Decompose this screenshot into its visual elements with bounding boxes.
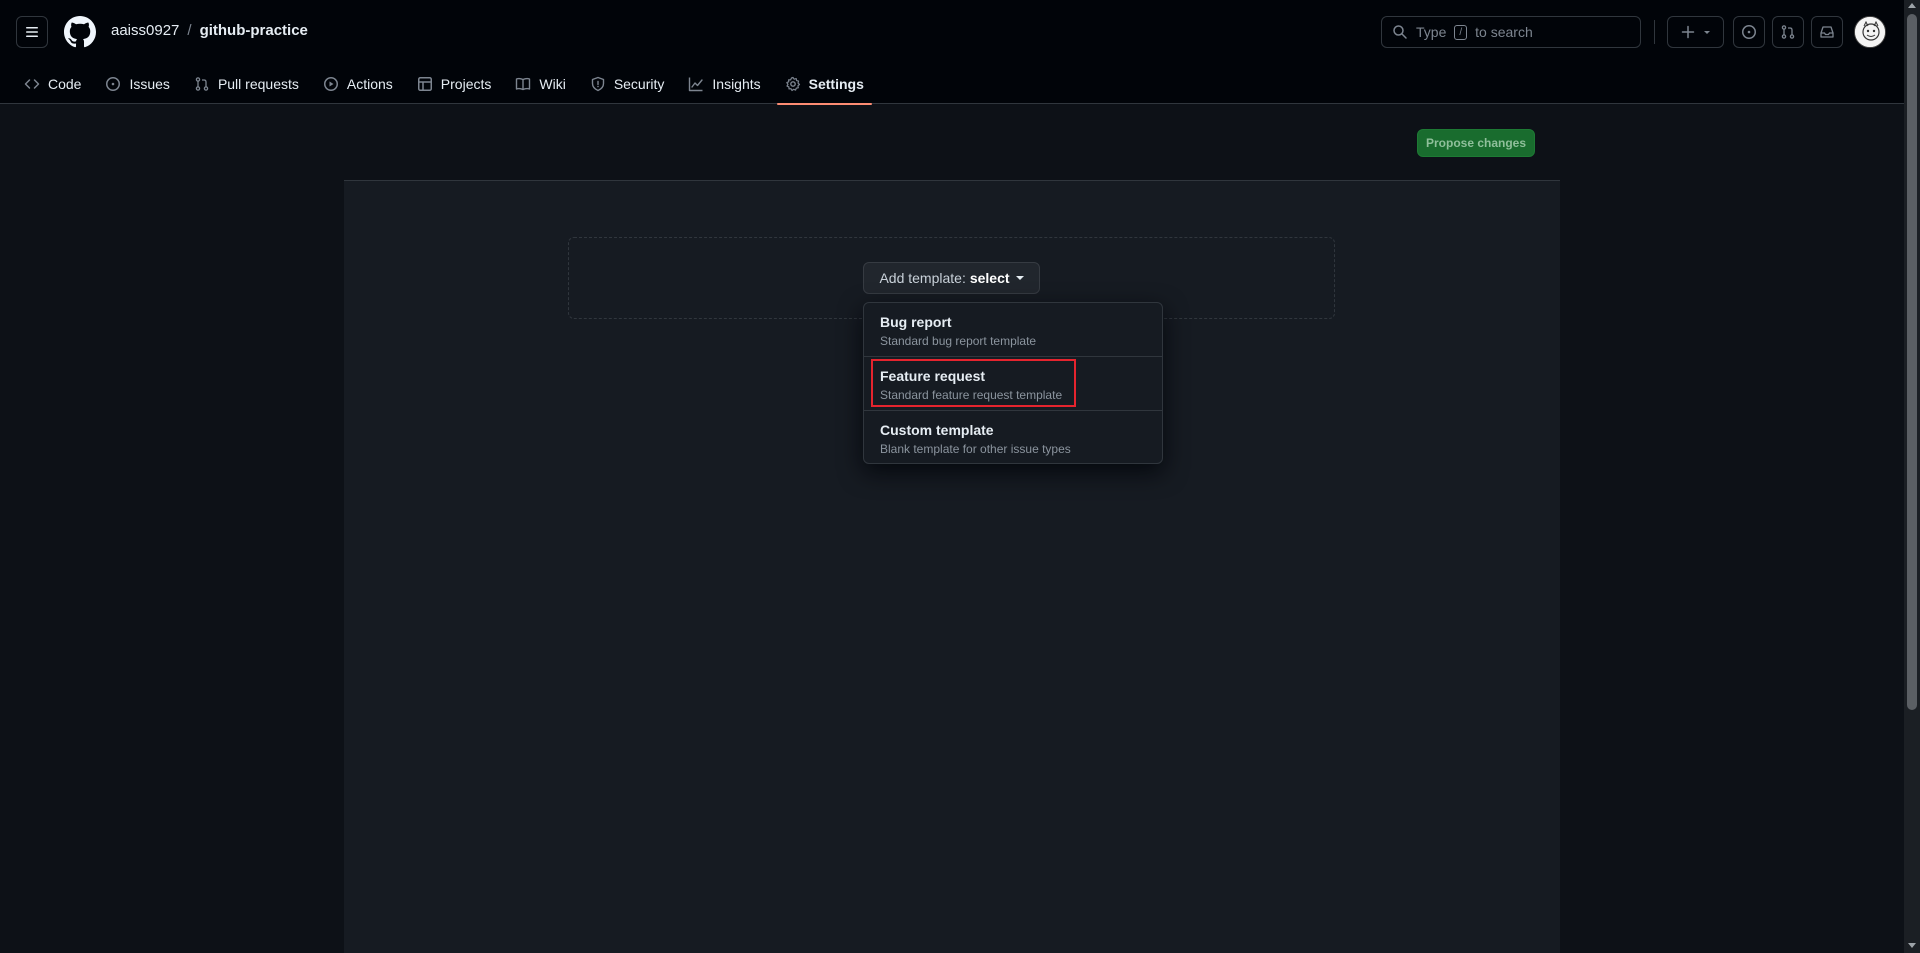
breadcrumb: aaiss0927 / github-practice <box>111 22 308 39</box>
header-top-row: aaiss0927 / github-practice Type / to se… <box>0 0 1904 64</box>
repo-owner-link[interactable]: aaiss0927 <box>111 22 179 39</box>
tab-actions-label: Actions <box>346 76 393 92</box>
triangle-down-icon <box>1703 31 1710 34</box>
issue-opened-icon <box>106 77 121 91</box>
add-template-label: Add template: <box>879 270 966 286</box>
app-header: aaiss0927 / github-practice Type / to se… <box>0 0 1904 105</box>
scroll-down-arrow-icon[interactable] <box>1908 943 1916 948</box>
menu-item-feature-request[interactable]: Feature request Standard feature request… <box>864 357 1162 411</box>
search-shortcut-key: / <box>1454 24 1468 40</box>
pull-requests-button[interactable] <box>1772 16 1804 48</box>
search-placeholder-prefix: Type <box>1416 24 1447 40</box>
avatar[interactable] <box>1854 16 1886 48</box>
tab-code[interactable]: Code <box>16 64 89 104</box>
tab-wiki-label: Wiki <box>539 76 566 92</box>
tab-projects[interactable]: Projects <box>409 64 500 104</box>
caret-down-icon <box>1015 276 1024 280</box>
git-pull-request-icon <box>1781 25 1795 39</box>
inbox-icon <box>1820 26 1834 38</box>
header-divider <box>1654 20 1655 44</box>
tab-insights-label: Insights <box>712 76 761 92</box>
propose-changes-button[interactable]: Propose changes <box>1417 129 1535 157</box>
add-template-value: select <box>969 270 1010 286</box>
menu-item-title: Custom template <box>880 422 994 438</box>
tab-wiki[interactable]: Wiki <box>507 64 573 104</box>
tab-pull-requests-label: Pull requests <box>217 76 299 92</box>
menu-item-bug-report[interactable]: Bug report Standard bug report template <box>864 303 1162 357</box>
tab-security[interactable]: Security <box>582 64 673 104</box>
menu-item-description: Standard feature request template <box>880 388 1063 402</box>
github-logo-icon[interactable] <box>64 16 96 48</box>
tab-actions[interactable]: Actions <box>315 64 401 104</box>
shield-icon <box>591 76 605 92</box>
tab-security-label: Security <box>613 76 665 92</box>
menu-item-description: Blank template for other issue types <box>880 442 1071 456</box>
tab-code-label: Code <box>48 76 82 92</box>
user-avatar-icon <box>1855 17 1885 47</box>
scroll-up-arrow-icon[interactable] <box>1908 3 1916 8</box>
breadcrumb-separator: / <box>187 22 192 39</box>
search-input[interactable]: Type / to search <box>1381 16 1641 48</box>
inbox-button[interactable] <box>1811 16 1843 48</box>
tab-issues[interactable]: Issues <box>97 64 177 104</box>
git-pull-request-icon <box>195 77 209 91</box>
repo-nav: Code Issues Pull requests Actions Projec… <box>16 64 880 105</box>
gear-icon <box>785 76 800 92</box>
repo-name-link[interactable]: github-practice <box>200 22 308 39</box>
plus-icon <box>1681 25 1694 39</box>
code-icon <box>24 79 40 89</box>
tab-settings[interactable]: Settings <box>776 64 873 105</box>
menu-item-title: Feature request <box>880 368 986 384</box>
add-template-button[interactable]: Add template: select <box>863 262 1040 294</box>
table-icon <box>417 77 432 91</box>
tab-projects-label: Projects <box>440 76 492 92</box>
search-placeholder-suffix: to search <box>1475 24 1533 40</box>
search-icon <box>1393 25 1407 39</box>
menu-item-description: Standard bug report template <box>880 334 1037 348</box>
menu-item-custom-template[interactable]: Custom template Blank template for other… <box>864 411 1162 463</box>
template-menu: Bug report Standard bug report template … <box>863 302 1163 464</box>
issue-opened-icon <box>1742 25 1756 39</box>
tab-settings-label: Settings <box>808 76 864 92</box>
tab-pull-requests[interactable]: Pull requests <box>186 64 307 104</box>
create-new-button[interactable] <box>1667 16 1724 48</box>
hamburger-icon <box>26 27 38 37</box>
book-icon <box>516 77 531 91</box>
menu-button[interactable] <box>16 16 48 48</box>
tab-issues-label: Issues <box>129 76 170 92</box>
graph-icon <box>689 77 704 92</box>
tab-insights[interactable]: Insights <box>680 64 768 104</box>
issues-button[interactable] <box>1733 16 1765 48</box>
play-icon <box>323 77 338 91</box>
menu-item-title: Bug report <box>880 314 952 330</box>
scrollbar-thumb[interactable] <box>1907 14 1917 710</box>
